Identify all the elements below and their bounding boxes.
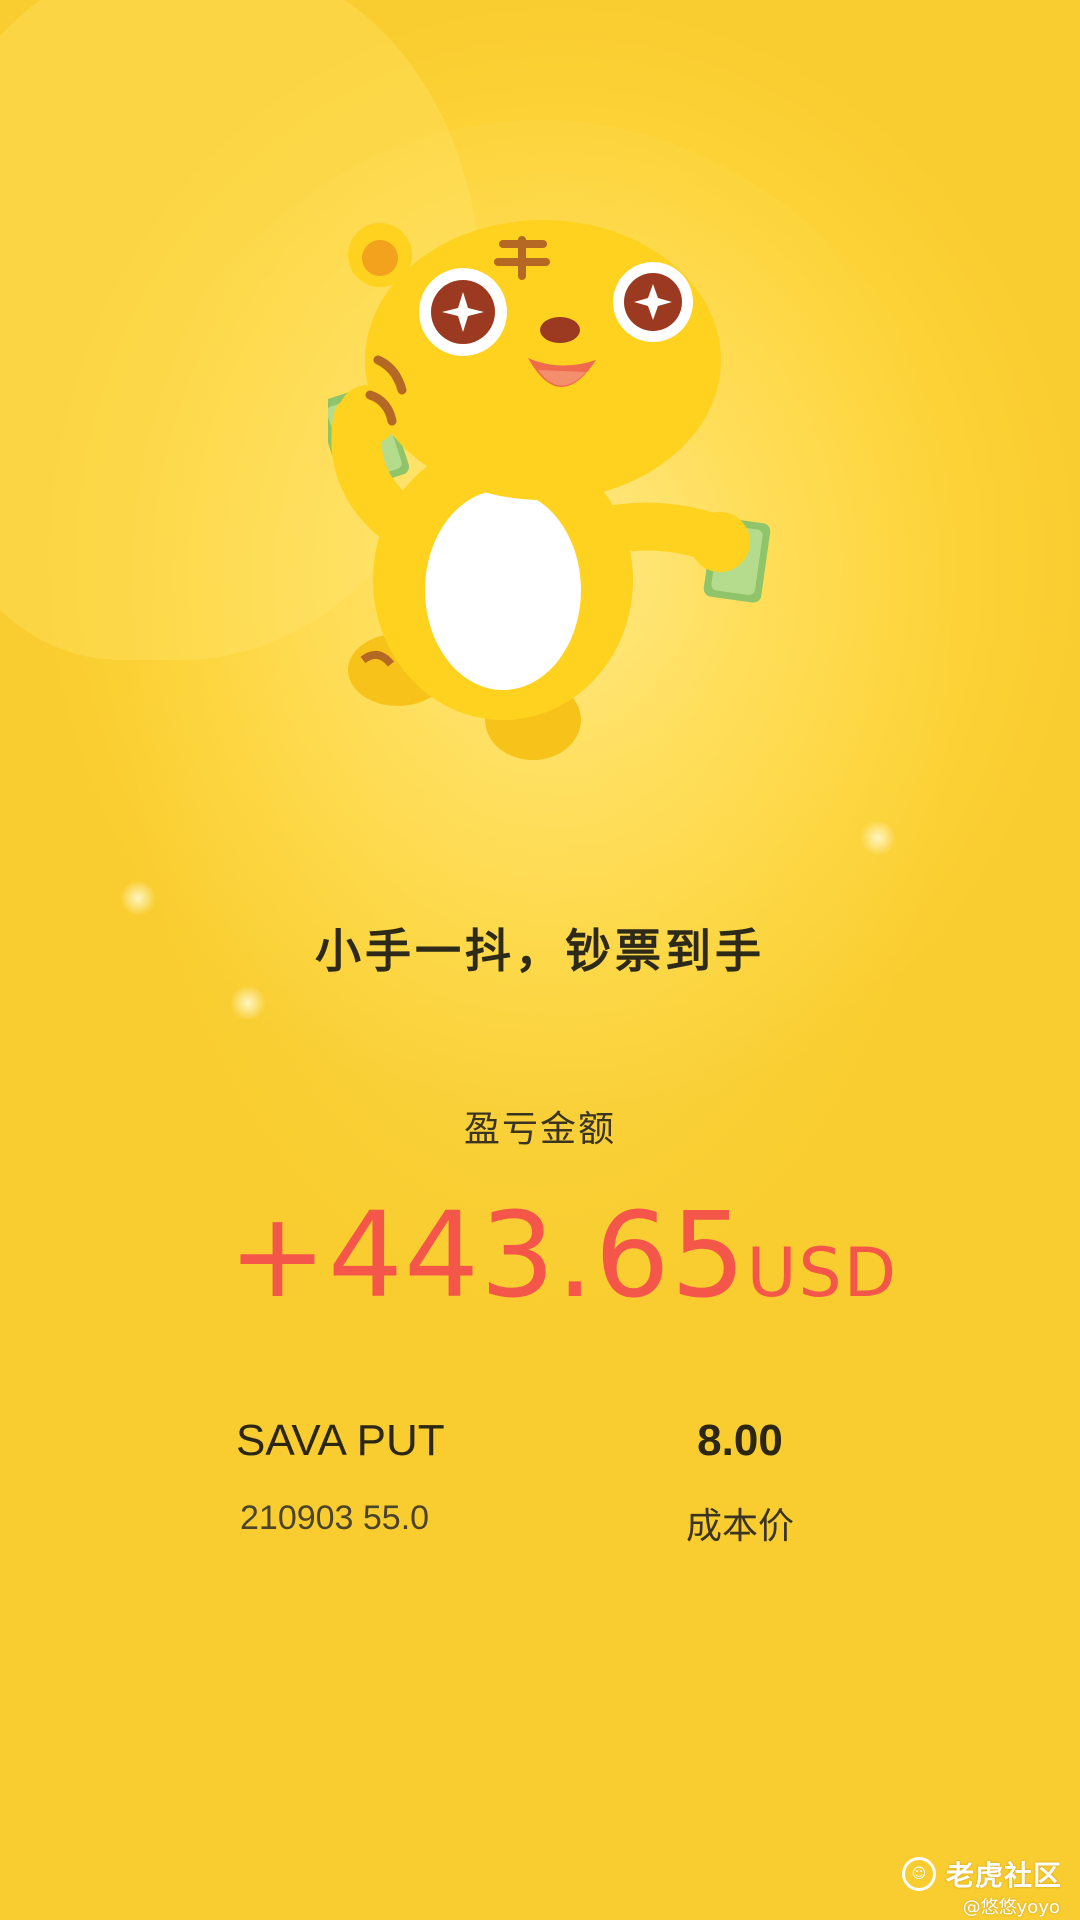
sparkle	[230, 985, 266, 1021]
contract-detail: 210903 55.0	[240, 1499, 430, 1537]
contract-name: SAVA PUT	[236, 1416, 445, 1465]
pnl-value: +443.65	[228, 1186, 747, 1324]
share-card: 小手一抖，钞票到手 盈亏金额 +443.65 USD SAVA PUT 2109…	[0, 0, 1080, 1920]
pnl-unit: USD	[746, 1234, 899, 1313]
pnl-label: 盈亏金额	[463, 1109, 616, 1150]
tiger-mascot-icon	[328, 220, 771, 760]
sparkle	[120, 880, 156, 916]
cost-label: 成本价	[685, 1506, 794, 1547]
watermark-brand: 老虎社区	[945, 1859, 1062, 1892]
pnl-amount: +443.65 USD	[228, 1196, 898, 1314]
headline: 小手一抖，钞票到手	[315, 924, 765, 978]
cost-value: 8.00	[697, 1416, 783, 1465]
tiger-community-logo-icon: ☺	[901, 1857, 936, 1891]
watermark-user: @悠悠yoyo	[962, 1897, 1060, 1918]
sparkle	[860, 820, 896, 856]
watermark: ☺ 老虎社区	[901, 1854, 1062, 1894]
